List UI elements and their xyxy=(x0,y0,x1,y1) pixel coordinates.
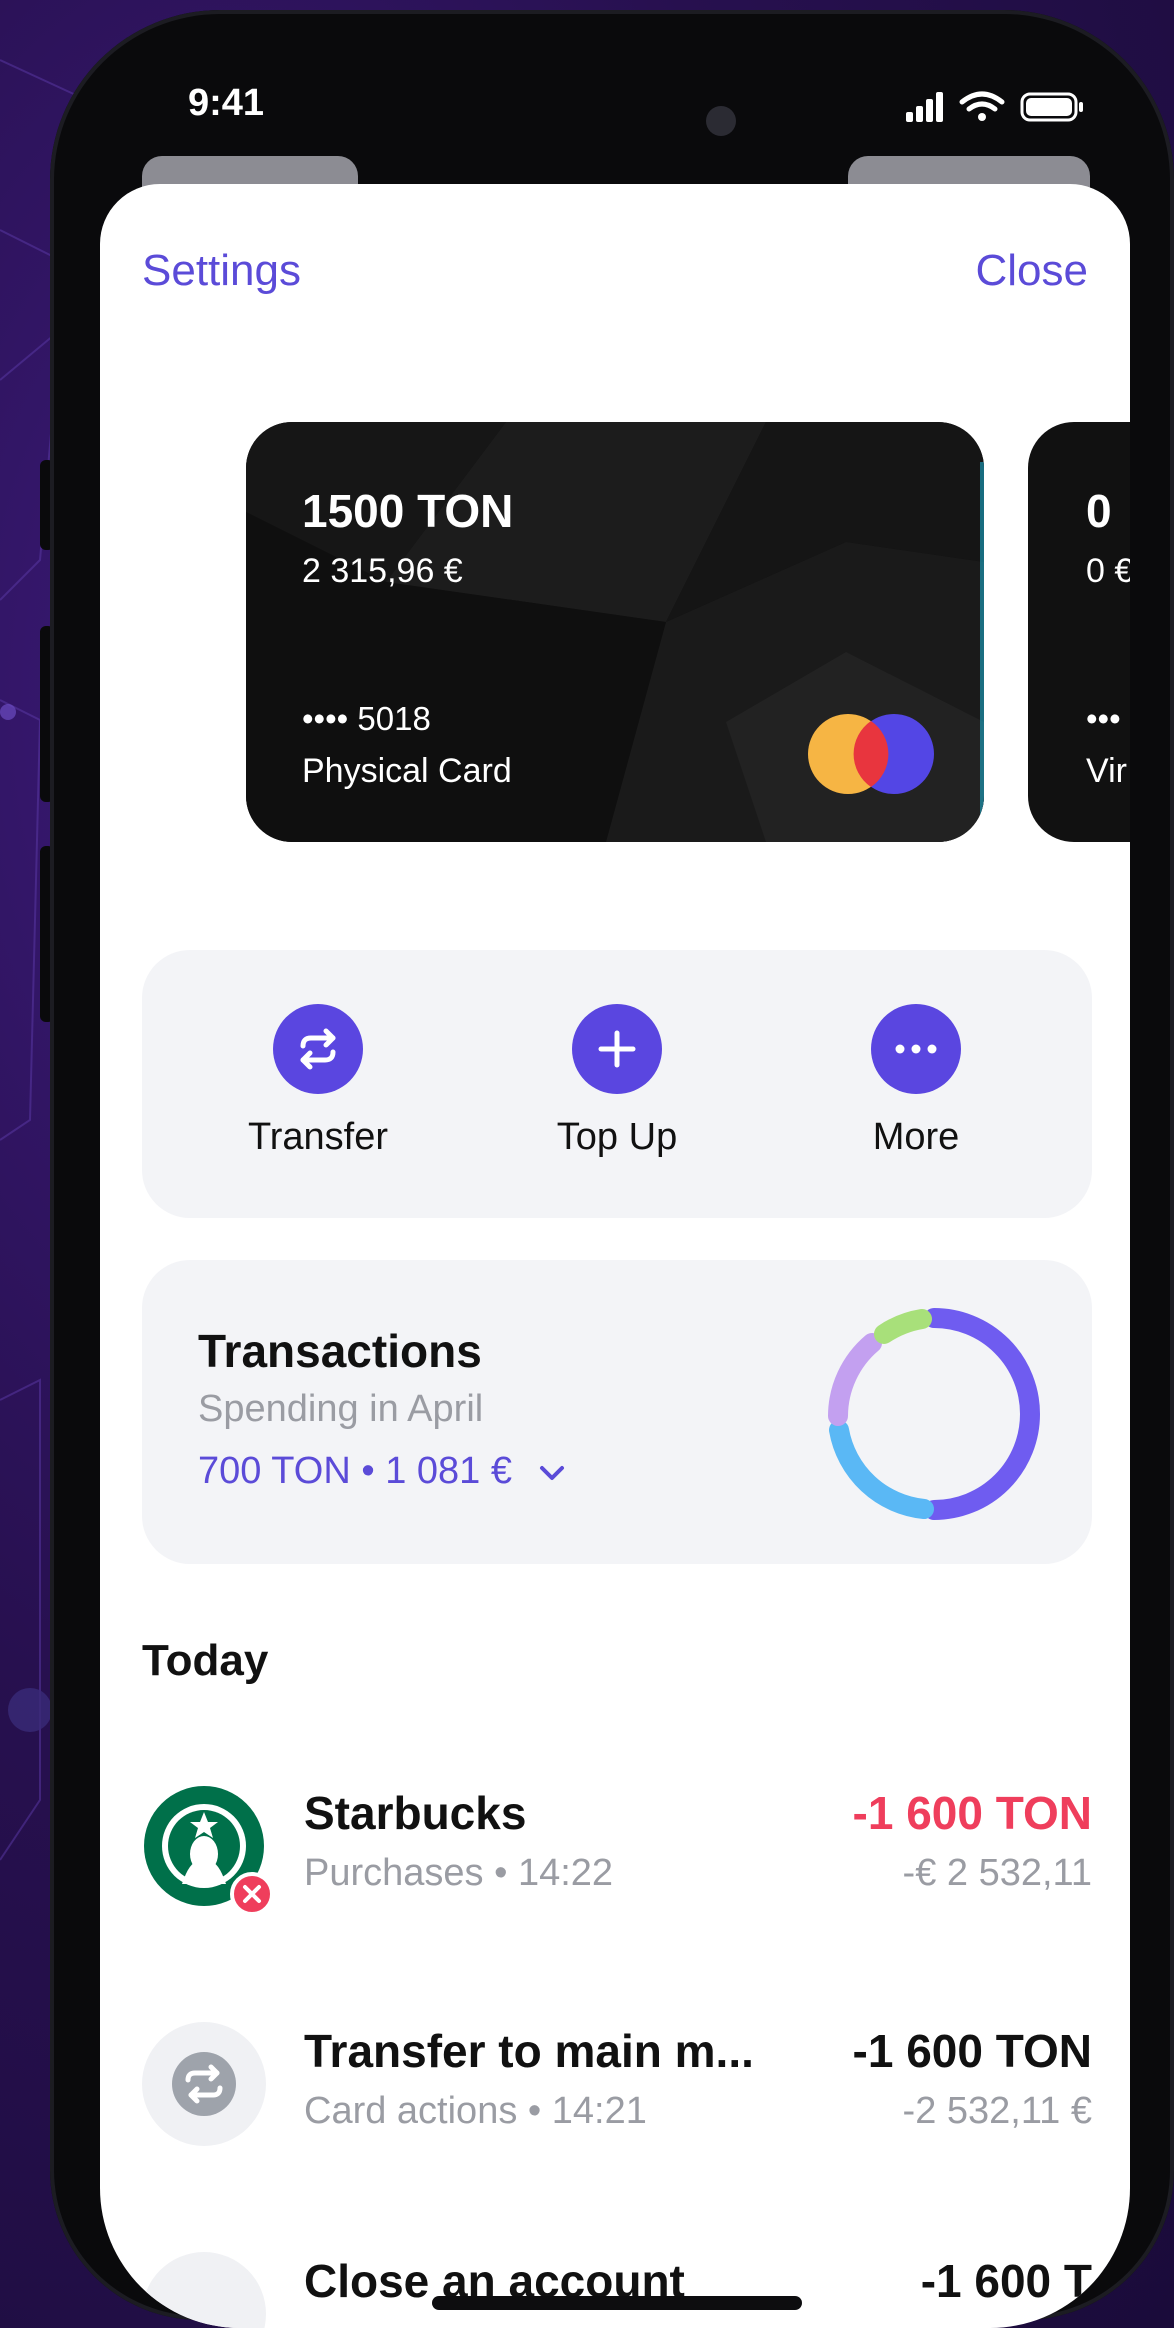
donut-segment-2 xyxy=(829,1420,934,1519)
card-type: Vir xyxy=(1086,752,1127,790)
section-today: Today xyxy=(142,1636,269,1685)
close-button[interactable]: Close xyxy=(976,246,1089,296)
transaction-meta: Card actions • 14:21 xyxy=(304,2090,647,2132)
status-time: 9:41 xyxy=(188,82,265,124)
transaction-amount: -1 600 TON xyxy=(852,2025,1092,2077)
transaction-name: Starbucks xyxy=(304,1787,527,1839)
mastercard-logo-icon xyxy=(808,714,934,794)
donut-segment-1 xyxy=(924,1308,1040,1520)
transactions-summary[interactable]: Transactions Spending in April 700 TON •… xyxy=(142,1260,1092,1564)
card-number: ••• xyxy=(1086,700,1121,737)
donut-segment-3 xyxy=(828,1333,882,1426)
spending-donut-chart xyxy=(828,1308,1040,1520)
transaction-amount: -1 600 T xyxy=(920,2255,1092,2307)
transactions-subtitle: Spending in April xyxy=(198,1388,484,1430)
error-badge-icon xyxy=(230,1872,274,1916)
card-balance: 0 xyxy=(1086,485,1112,537)
signal-icon xyxy=(906,92,943,122)
top-up-button[interactable]: Top Up xyxy=(497,1004,737,1159)
transaction-row[interactable]: Starbucks Purchases • 14:22 -1 600 TON -… xyxy=(142,1774,1092,1916)
battery-icon xyxy=(1020,92,1083,122)
more-icon xyxy=(871,1004,961,1094)
close-account-icon xyxy=(142,2252,266,2328)
transaction-row[interactable]: Close an account -1 600 T xyxy=(142,2242,1092,2328)
card-physical[interactable]: 1500 TON 2 315,96 € •••• 5018 Physical C… xyxy=(246,422,984,842)
card-number: •••• 5018 xyxy=(302,700,431,737)
card-balance: 1500 TON xyxy=(302,485,514,537)
spending-total-value: 700 TON • 1 081 € xyxy=(198,1450,513,1492)
donut-segment-4 xyxy=(874,1309,932,1344)
wallet-sheet: Settings Close 1500 TON 2 315,96 € •••• … xyxy=(100,184,1130,2328)
transfer-icon xyxy=(172,2052,236,2116)
transaction-amount-fiat: -€ 2 532,11 xyxy=(902,1852,1092,1894)
wifi-dot xyxy=(978,113,986,121)
front-camera xyxy=(706,106,736,136)
transaction-amount-fiat: -2 532,11 € xyxy=(902,2090,1092,2132)
transaction-meta: Purchases • 14:22 xyxy=(304,1852,614,1894)
chevron-down-icon xyxy=(539,1465,564,1480)
card-type: Physical Card xyxy=(302,752,512,790)
top-up-label: Top Up xyxy=(556,1116,678,1158)
transfer-label: Transfer xyxy=(247,1116,389,1158)
quick-actions: Transfer Top Up More xyxy=(142,950,1092,1218)
transaction-amount: -1 600 TON xyxy=(852,1787,1092,1839)
transaction-name: Transfer to main m... xyxy=(304,2025,754,2077)
card-virtual[interactable]: 0 0 € ••• Vir xyxy=(1028,422,1130,842)
card-fiat-balance: 0 € xyxy=(1086,552,1130,590)
wifi-icon xyxy=(959,91,1005,112)
transfer-icon xyxy=(273,1004,363,1094)
more-label: More xyxy=(872,1116,960,1158)
settings-button[interactable]: Settings xyxy=(142,246,301,296)
card-fiat-balance: 2 315,96 € xyxy=(302,552,463,590)
more-button[interactable]: More xyxy=(796,1004,1036,1159)
transfer-avatar xyxy=(142,2022,266,2146)
spending-total[interactable]: 700 TON • 1 081 € xyxy=(198,1450,567,1493)
transactions-title: Transactions xyxy=(198,1325,482,1377)
transfer-button[interactable]: Transfer xyxy=(198,1004,438,1159)
plus-icon xyxy=(572,1004,662,1094)
home-indicator[interactable] xyxy=(432,2296,802,2310)
status-icons xyxy=(906,91,1083,122)
transaction-row[interactable]: Transfer to main m... Card actions • 14:… xyxy=(142,2012,1092,2152)
